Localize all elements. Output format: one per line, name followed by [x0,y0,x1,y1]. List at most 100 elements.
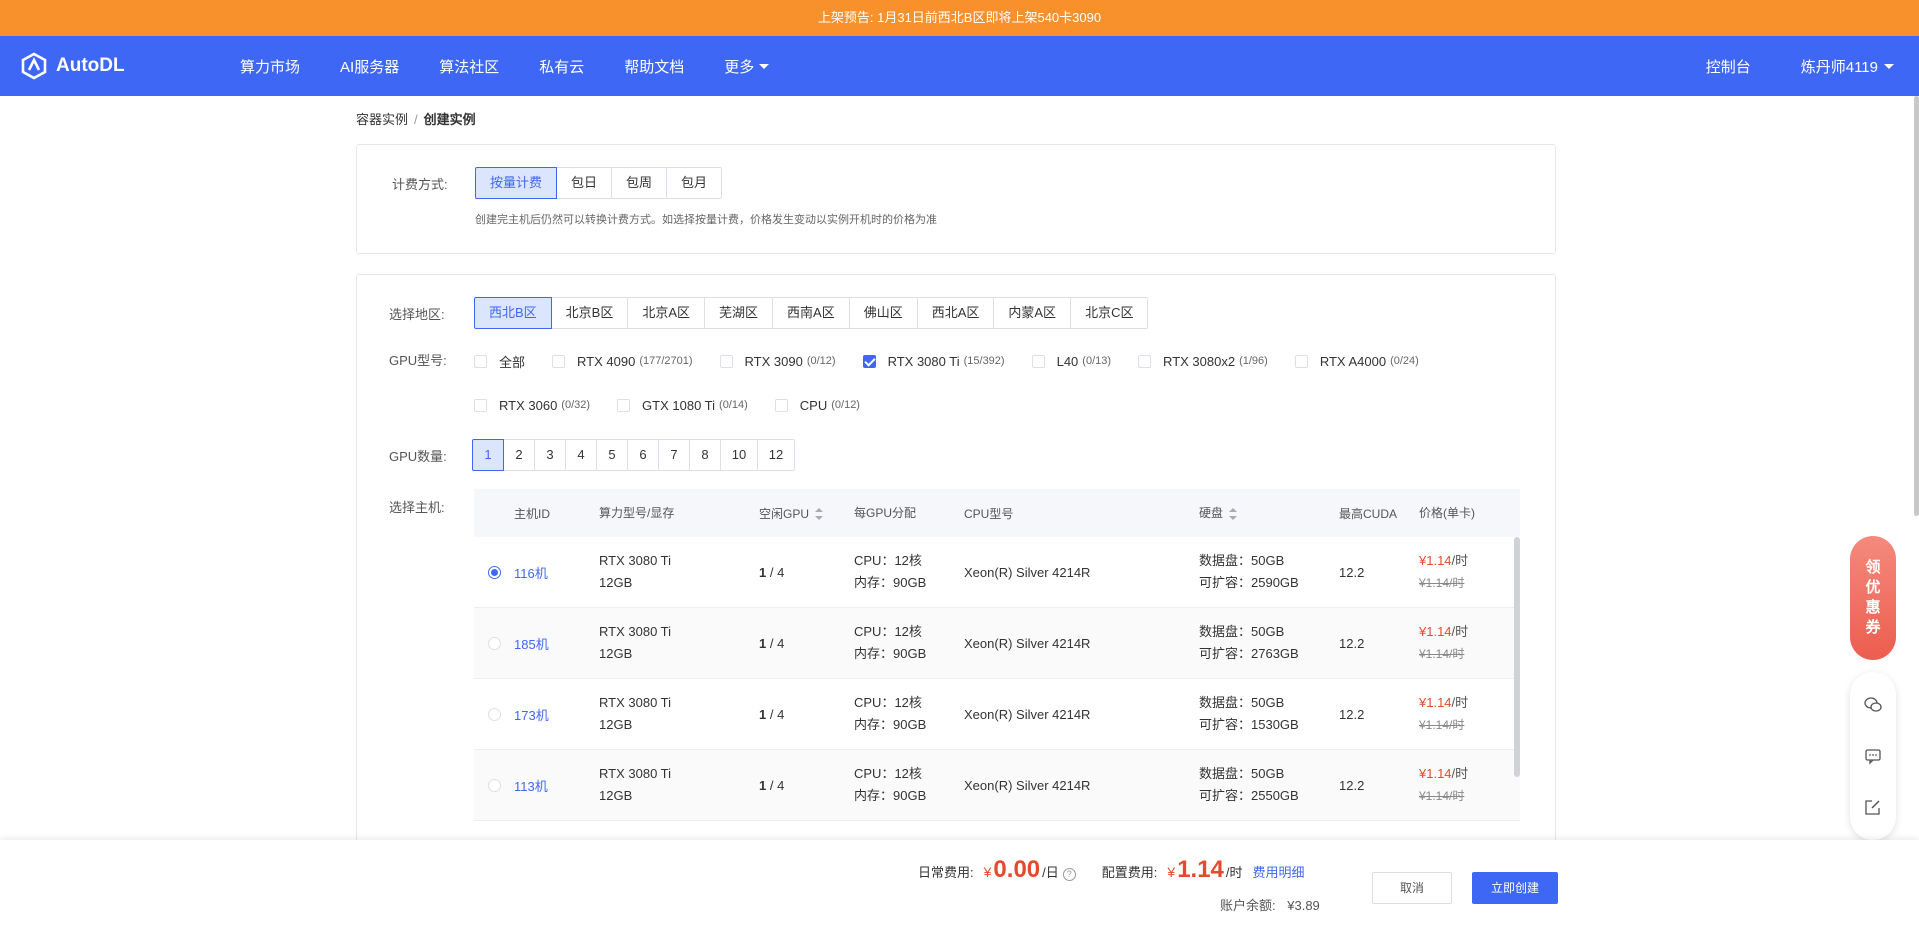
gpu-model-option[interactable]: RTX 3090 (0/12) [719,351,836,371]
cancel-button[interactable]: 取消 [1372,872,1452,904]
checkbox[interactable] [552,354,566,368]
row-select[interactable] [474,778,514,792]
table-row[interactable]: 116机 RTX 3080 Ti 12GB 1 / 4 CPU：12核 内存：90GB Xe… [474,537,1520,608]
sort-icon[interactable] [815,508,824,521]
checkbox[interactable] [862,354,876,368]
nav-item-3[interactable]: 算法社区 [419,56,519,77]
checkbox[interactable] [474,398,487,412]
gpu-model-option[interactable]: RTX 3080 Ti (15/392) [862,351,1005,371]
radio-button[interactable] [487,778,501,792]
region-option-4[interactable]: 芜湖区 [704,297,774,329]
gpu-count-option-7[interactable]: 7 [658,439,690,471]
region-option-6[interactable]: 佛山区 [848,297,918,329]
host-id-cell: 185机 [514,634,599,653]
chat-icon[interactable] [1864,747,1882,765]
gpu-count-option-3[interactable]: 3 [534,439,566,471]
user-menu[interactable]: 炼丹师4119 [1801,56,1894,77]
gpu-count-option-9[interactable]: 10 [720,439,758,471]
billing-option-3[interactable]: 包周 [611,167,668,199]
fee-detail-link[interactable]: 费用明细 [1253,862,1305,881]
disk-cell: 数据盘：50GB 可扩容：1530GB [1199,692,1339,736]
config-fee-unit: /时 [1225,865,1243,880]
radio-button[interactable] [487,707,501,721]
edit-feedback-icon[interactable] [1864,798,1882,816]
region-option-9[interactable]: 北京C区 [1070,297,1149,329]
region-option-2[interactable]: 北京B区 [550,297,629,329]
region-option-8[interactable]: 内蒙A区 [993,297,1072,329]
column-header[interactable]: 硬盘 [1199,502,1339,524]
billing-option-2[interactable]: 包日 [556,167,613,199]
gpu-count-option-2[interactable]: 2 [503,439,535,471]
gpu-count-option-5[interactable]: 5 [596,439,628,471]
balance-value: ¥3.89 [1287,898,1320,913]
brand-logo[interactable]: AutoDL [20,52,220,80]
gpu-count-option-8[interactable]: 8 [689,439,721,471]
row-select[interactable] [474,707,514,721]
free-gpu-cell: 1 / 4 [759,778,854,793]
gpu-model-option[interactable]: RTX 3060 (0/32) [474,395,590,415]
gpu-count-option-4[interactable]: 4 [565,439,597,471]
host-id-link[interactable]: 185机 [514,637,549,652]
table-row[interactable]: 113机 RTX 3080 Ti 12GB 1 / 4 CPU：12核 内存：90GB Xe… [474,750,1520,821]
expandable-disk: 可扩容：1530GB [1199,717,1299,732]
price-unit: /时 [1451,695,1469,710]
checkbox[interactable] [719,354,733,368]
console-link[interactable]: 控制台 [1706,56,1751,77]
region-option-1[interactable]: 西北B区 [474,297,552,329]
nav-item-label: AI服务器 [340,58,400,76]
checkbox[interactable] [1138,354,1152,368]
gpu-model-option[interactable]: RTX 4090 (177/2701) [552,351,693,371]
coupon-button[interactable]: 领优惠券 [1850,536,1896,660]
gpu-model-option[interactable]: GTX 1080 Ti (0/14) [617,395,748,415]
nav-item-1[interactable]: 算力市场 [220,56,320,77]
column-header: 主机ID [514,506,551,521]
announcement-bar[interactable]: 上架预告: 1月31日前西北B区即将上架540卡3090 [0,0,1919,36]
gpu-count-option-1[interactable]: 1 [472,439,504,471]
gpu-count-option-10[interactable]: 12 [757,439,795,471]
billing-option-4[interactable]: 包月 [666,167,723,199]
checkbox[interactable] [1294,354,1308,368]
checkbox[interactable] [774,398,788,412]
create-instance-button[interactable]: 立即创建 [1472,872,1558,904]
data-disk: 数据盘：50GB [1199,766,1285,781]
nav-item-4[interactable]: 私有云 [519,56,604,77]
region-option-5[interactable]: 西南A区 [772,297,850,329]
checkbox[interactable] [617,398,631,412]
ram-size: 内存：90GB [854,788,927,803]
region-option-3[interactable]: 北京A区 [627,297,706,329]
autodl-logo-icon [21,52,47,80]
host-id-link[interactable]: 116机 [514,566,548,581]
gpu-model-option[interactable]: RTX 3080x2 (1/96) [1138,351,1268,371]
breadcrumb-separator: / [414,112,418,127]
checkbox[interactable] [1031,354,1045,368]
checkbox[interactable] [474,354,487,368]
column-header[interactable]: 空闲GPU [759,505,854,522]
gpu-model-option[interactable]: 全部 [474,351,525,371]
page-scrollbar[interactable] [1914,96,1919,516]
billing-option-1[interactable]: 按量计费 [475,167,558,199]
table-row[interactable]: 185机 RTX 3080 Ti 12GB 1 / 4 CPU：12核 内存：90GB Xe… [474,608,1520,679]
gpu-count-option-6[interactable]: 6 [627,439,659,471]
sort-icon[interactable] [1229,507,1238,520]
radio-button[interactable] [487,565,501,579]
price-value: 1.14 [1426,553,1452,568]
table-scrollbar[interactable] [1514,537,1520,777]
nav-item-2[interactable]: AI服务器 [320,56,419,77]
region-option-7[interactable]: 西北A区 [916,297,995,329]
radio-button[interactable] [487,636,501,650]
breadcrumb-parent[interactable]: 容器实例 [356,112,408,127]
row-select[interactable] [474,636,514,650]
gpu-model-option[interactable]: L40 (0/13) [1031,351,1111,371]
wechat-icon[interactable] [1864,696,1882,714]
nav-item-6[interactable]: 更多 [704,56,789,77]
host-id-cell: 113机 [514,776,599,795]
table-row[interactable]: 173机 RTX 3080 Ti 12GB 1 / 4 CPU：12核 内存：90GB Xe… [474,679,1520,750]
gpu-model: RTX 3080 Ti [599,695,672,710]
help-icon[interactable]: ? [1062,868,1076,881]
gpu-model-option[interactable]: RTX A4000 (0/24) [1294,351,1419,371]
gpu-model-option[interactable]: CPU (0/12) [774,395,860,415]
row-select[interactable] [474,565,514,579]
nav-item-5[interactable]: 帮助文档 [604,56,704,77]
host-id-link[interactable]: 113机 [514,779,548,794]
host-id-link[interactable]: 173机 [514,708,549,723]
